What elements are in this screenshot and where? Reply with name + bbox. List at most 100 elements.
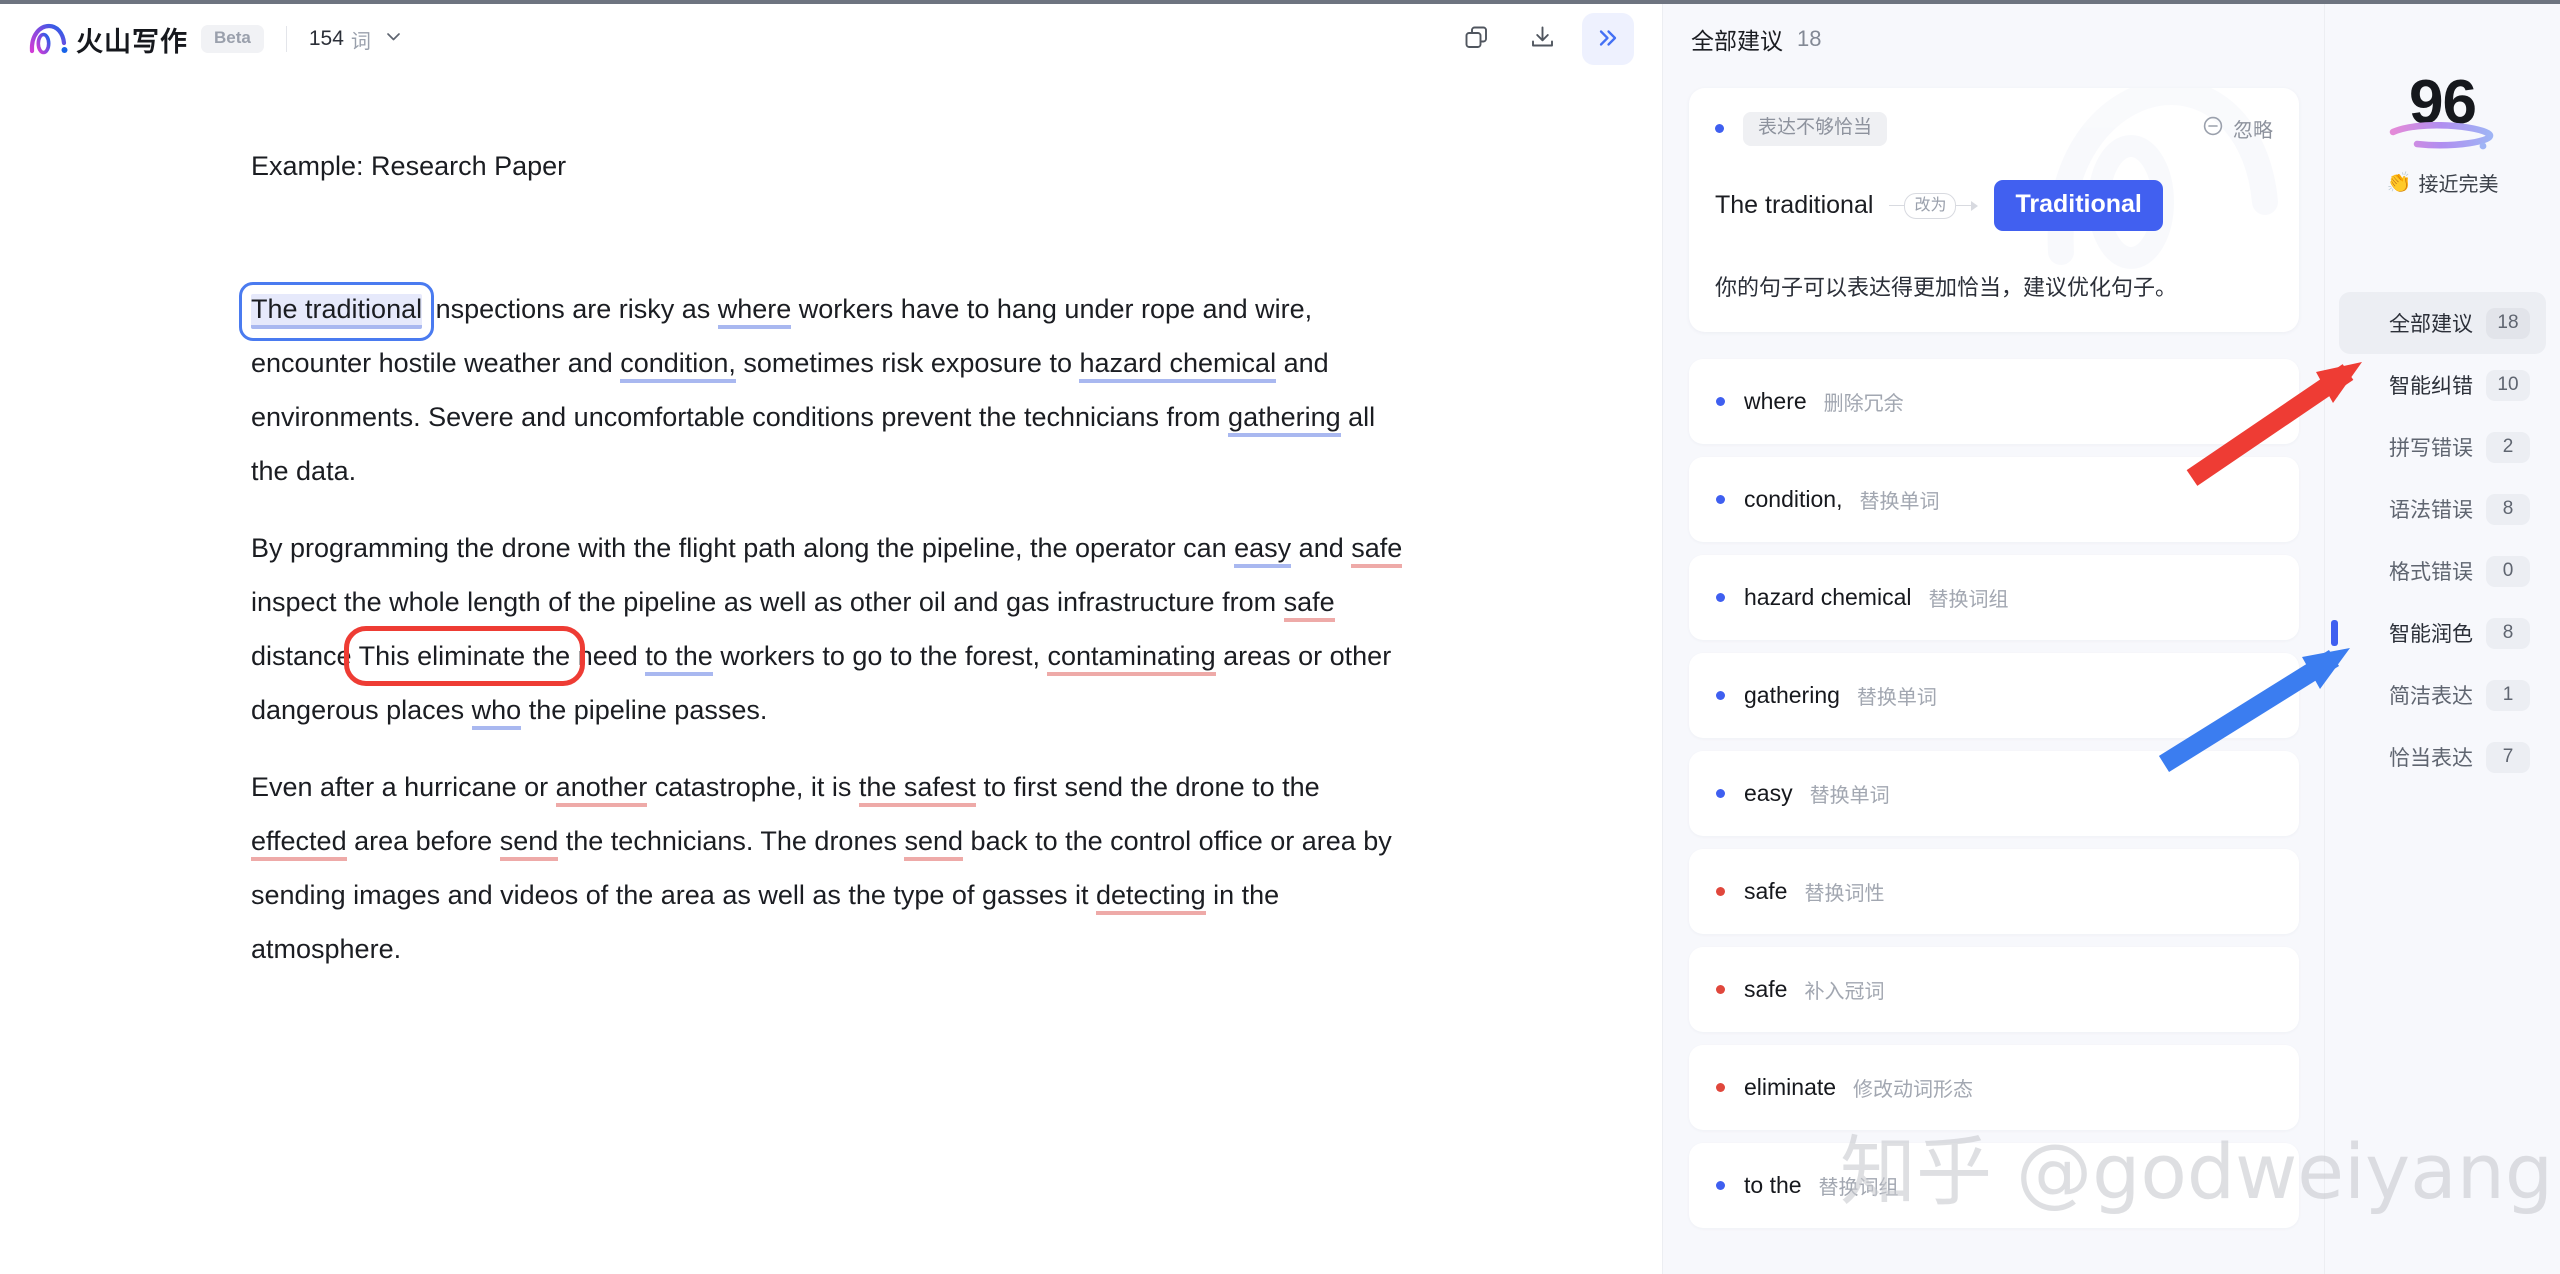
category-count: 2 [2486,431,2530,463]
collapse-panel-button[interactable] [1582,13,1634,65]
word-count-value: 154 [308,27,344,50]
style-suggestion-run[interactable]: easy [1234,532,1292,568]
document-paragraphs: The traditional inspections are risky as… [238,281,1420,976]
suggestion-type-dot [1716,789,1725,799]
suggestion-word: hazard chemical [1744,584,1912,611]
ignore-button[interactable]: 忽略 [2202,114,2273,143]
category-list: 全部建议 18 智能纠错 10 拼写错误 2 语法错误 8 格式错误 0 智能润色 8 简洁表达 1 恰当表… [2325,292,2560,788]
editor-pane: 火山写作 Beta 154 词 Example: Research Paper … [0,0,1663,1274]
style-suggestion-run[interactable]: hazard chemical [1079,347,1277,383]
category-item[interactable]: 全部建议 18 [2339,292,2546,354]
text-run: the pipeline passes. [521,694,768,725]
suggestion-word: to the [1744,1172,1802,1199]
selected-suggestion-run[interactable]: The traditional [238,281,435,341]
category-item[interactable]: 简洁表达 1 [2339,664,2546,726]
category-item[interactable]: 恰当表达 7 [2339,726,2546,788]
word-count-dropdown[interactable]: 154 词 [309,25,403,54]
document-scroll-area[interactable]: Example: Research Paper The traditional … [0,78,1662,1274]
suggestion-list-item[interactable]: eliminate 修改动词形态 [1689,1045,2299,1131]
error-suggestion-run[interactable]: safe [1283,586,1335,622]
suggestion-kind: 修改动词形态 [1853,1079,1974,1102]
style-suggestion-run[interactable]: where [717,293,792,329]
suggestion-kind: 替换单词 [1856,687,1937,710]
error-suggestion-run[interactable]: send [499,825,559,861]
suggestion-list-item[interactable]: safe 补入冠词 [1689,947,2299,1033]
style-suggestion-run[interactable]: who [471,694,522,730]
document-paragraph[interactable]: By programming the drone with the flight… [251,521,1420,737]
document-paragraph[interactable]: Even after a hurricane or another catast… [251,760,1420,976]
active-suggestion-card[interactable]: 表达不够恰当 忽略 The traditional 改为 Traditional… [1689,88,2299,333]
category-name: 拼写错误 [2389,437,2473,460]
suggestion-type-dot [1716,495,1725,505]
app-root: 火山写作 Beta 154 词 Example: Research Paper … [0,0,2560,1274]
suggestion-list-item[interactable]: hazard chemical 替换词组 [1689,555,2299,641]
suggestion-type-tag: 表达不够恰当 [1743,112,1888,146]
suggestion-type-dot [1716,887,1725,897]
error-suggestion-run[interactable]: safe [1351,532,1403,568]
original-text: The traditional [1715,191,1874,220]
category-item[interactable]: 语法错误 8 [2339,478,2546,540]
category-item[interactable]: 智能纠错 10 [2331,354,2546,416]
text-run: need [570,640,646,671]
apply-replacement-button[interactable]: Traditional [1994,179,2163,232]
category-item[interactable]: 拼写错误 2 [2339,416,2546,478]
score-value-wrap: 96 [2389,72,2494,150]
suggestion-kind: 删除冗余 [1823,393,1904,416]
category-item[interactable]: 格式错误 0 [2339,540,2546,602]
error-suggestion-run[interactable]: send [904,825,964,861]
suggestion-word: eliminate [1744,1074,1837,1101]
suggestion-list-item[interactable]: safe 替换词性 [1689,849,2299,935]
highlighted-error-run[interactable]: This eliminate the [343,625,586,686]
error-suggestion-run[interactable]: the safest [858,771,976,807]
suggestion-list-item[interactable]: easy 替换单词 [1689,751,2299,837]
category-name: 智能润色 [2389,623,2473,646]
header-divider [285,26,287,52]
category-item[interactable]: 智能润色 8 [2331,602,2546,664]
text-run: the technicians. The drones [558,825,905,856]
brand-name: 火山写作 [76,26,188,57]
suggestions-panel: 全部建议 18 表达不够恰当 忽略 The traditional 改为 Tra… [1663,0,2324,1274]
style-suggestion-run[interactable]: condition, [620,347,736,383]
style-suggestion-run[interactable]: gathering [1228,401,1341,437]
text-run: sometimes risk exposure to [735,347,1080,378]
suggestion-word: gathering [1744,682,1840,709]
download-button[interactable] [1516,13,1568,65]
category-name: 智能纠错 [2389,375,2473,398]
suggestion-list-item[interactable]: to the 替换词组 [1689,1143,2299,1229]
error-suggestion-run[interactable]: effected [251,825,347,861]
text-run: catastrophe, it is [647,771,859,802]
brand[interactable]: 火山写作 Beta [26,19,264,59]
double-chevron-right-icon [1595,25,1621,54]
download-icon [1529,24,1556,54]
suggestion-list-item[interactable]: where 删除冗余 [1689,359,2299,445]
category-count: 18 [2486,307,2530,339]
text-run: workers to go to the forest, [712,640,1048,671]
category-name: 恰当表达 [2389,747,2473,770]
document-paragraph[interactable]: The traditional inspections are risky as… [238,281,1420,498]
document-body[interactable]: Example: Research Paper The traditional … [0,78,1420,976]
copy-icon [1463,24,1490,54]
suggestion-list-item[interactable]: gathering 替换单词 [1689,653,2299,739]
category-count: 8 [2486,493,2530,525]
text-run: area before [346,825,500,856]
error-suggestion-run[interactable]: detecting [1096,879,1206,915]
error-suggestion-run[interactable]: another [555,771,648,807]
style-suggestion-run[interactable]: to the [645,640,713,676]
category-count: 8 [2486,617,2530,649]
suggestions-header: 全部建议 18 [1663,0,2324,78]
minus-circle-icon [2202,115,2224,143]
error-suggestion-run[interactable]: contaminating [1047,640,1216,676]
suggestion-kind: 替换单词 [1859,491,1940,514]
suggestion-type-dot [1716,593,1725,603]
suggestion-type-dot [1716,985,1725,995]
score-box: 96 👏 接近完美 [2325,0,2560,292]
suggestions-count: 18 [1797,26,1822,51]
editor-header: 火山写作 Beta 154 词 [0,0,1662,78]
suggestion-word: condition, [1744,486,1843,513]
copy-button[interactable] [1450,13,1502,65]
suggestions-list: 表达不够恰当 忽略 The traditional 改为 Traditional… [1663,78,2324,1229]
suggestion-type-dot [1716,397,1725,407]
suggestion-word: safe [1744,878,1788,905]
suggestion-list-item[interactable]: condition, 替换单词 [1689,457,2299,543]
score-label-text: 接近完美 [2418,174,2499,196]
